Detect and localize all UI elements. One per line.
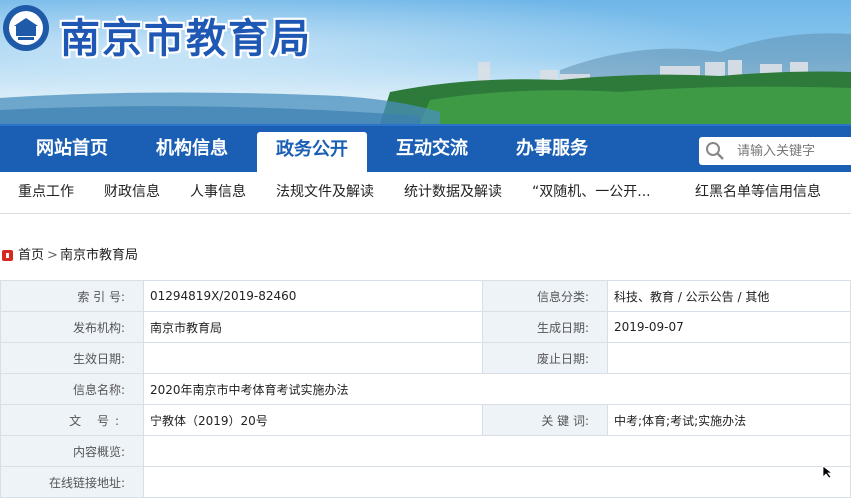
table-row: 文 号: 宁教体（2019）20号 关 键 词: 中考;体育;考试;实施办法: [0, 404, 851, 436]
summary-label: 内容概览:: [0, 435, 144, 467]
site-banner: 南京市教育局: [0, 0, 851, 124]
doc-number-value: 宁教体（2019）20号: [143, 404, 483, 436]
publisher-label: 发布机构:: [0, 311, 144, 343]
table-row: 发布机构: 南京市教育局 生成日期: 2019-09-07: [0, 311, 851, 343]
keywords-label: 关 键 词:: [482, 404, 608, 436]
doc-number-label: 文 号:: [0, 404, 144, 436]
search-icon[interactable]: [705, 141, 725, 161]
nav-services[interactable]: 办事服务: [500, 126, 604, 172]
site-title: 南京市教育局: [60, 16, 312, 62]
index-value: 01294819X/2019-82460: [143, 280, 483, 312]
nav-government-affairs[interactable]: 政务公开: [257, 132, 367, 174]
online-link-value: [143, 466, 851, 498]
table-row: 内容概览:: [0, 435, 851, 467]
nav-interaction[interactable]: 互动交流: [380, 126, 484, 172]
breadcrumb-current[interactable]: 南京市教育局: [60, 244, 138, 268]
expired-date-label: 废止日期:: [482, 342, 608, 374]
created-date-label: 生成日期:: [482, 311, 608, 343]
nav-home[interactable]: 网站首页: [20, 126, 124, 172]
info-name-value: 2020年南京市中考体育考试实施办法: [143, 373, 851, 405]
effective-date-value: [143, 342, 483, 374]
online-link-label: 在线链接地址:: [0, 466, 144, 498]
search-input[interactable]: [737, 141, 847, 161]
category-value: 科技、教育 / 公示公告 / 其他: [607, 280, 851, 312]
breadcrumb-separator: >: [47, 248, 58, 263]
education-bureau-emblem-icon: [3, 5, 49, 51]
subnav-regulations[interactable]: 法规文件及解读: [276, 172, 374, 212]
summary-value: [143, 435, 851, 467]
effective-date-label: 生效日期:: [0, 342, 144, 374]
location-icon: [2, 250, 13, 261]
index-label: 索 引 号:: [0, 280, 144, 312]
search-box: [699, 137, 851, 165]
info-name-label: 信息名称:: [0, 373, 144, 405]
breadcrumb-home[interactable]: 首页: [18, 244, 44, 268]
table-row: 生效日期: 废止日期:: [0, 342, 851, 374]
subnav-personnel-info[interactable]: 人事信息: [190, 172, 246, 212]
main-navigation: 网站首页 机构信息 政务公开 互动交流 办事服务: [0, 124, 851, 174]
mouse-cursor-icon: [822, 465, 834, 479]
subnav-credit-list[interactable]: 红黑名单等信用信息: [695, 172, 821, 212]
document-info-table: 索 引 号: 01294819X/2019-82460 信息分类: 科技、教育 …: [0, 280, 851, 498]
keywords-value: 中考;体育;考试;实施办法: [607, 404, 851, 436]
subnav-finance-info[interactable]: 财政信息: [104, 172, 160, 212]
table-row: 在线链接地址:: [0, 466, 851, 498]
nav-organization-info[interactable]: 机构信息: [140, 126, 244, 172]
table-row: 信息名称: 2020年南京市中考体育考试实施办法: [0, 373, 851, 405]
publisher-value: 南京市教育局: [143, 311, 483, 343]
subnav-statistics[interactable]: 统计数据及解读: [404, 172, 502, 212]
created-date-value: 2019-09-07: [607, 311, 851, 343]
category-label: 信息分类:: [482, 280, 608, 312]
expired-date-value: [607, 342, 851, 374]
sub-navigation: 重点工作 财政信息 人事信息 法规文件及解读 统计数据及解读 “双随机、一公开.…: [0, 172, 851, 214]
subnav-double-random[interactable]: “双随机、一公开...: [532, 172, 651, 212]
table-row: 索 引 号: 01294819X/2019-82460 信息分类: 科技、教育 …: [0, 280, 851, 312]
subnav-key-work[interactable]: 重点工作: [18, 172, 74, 212]
